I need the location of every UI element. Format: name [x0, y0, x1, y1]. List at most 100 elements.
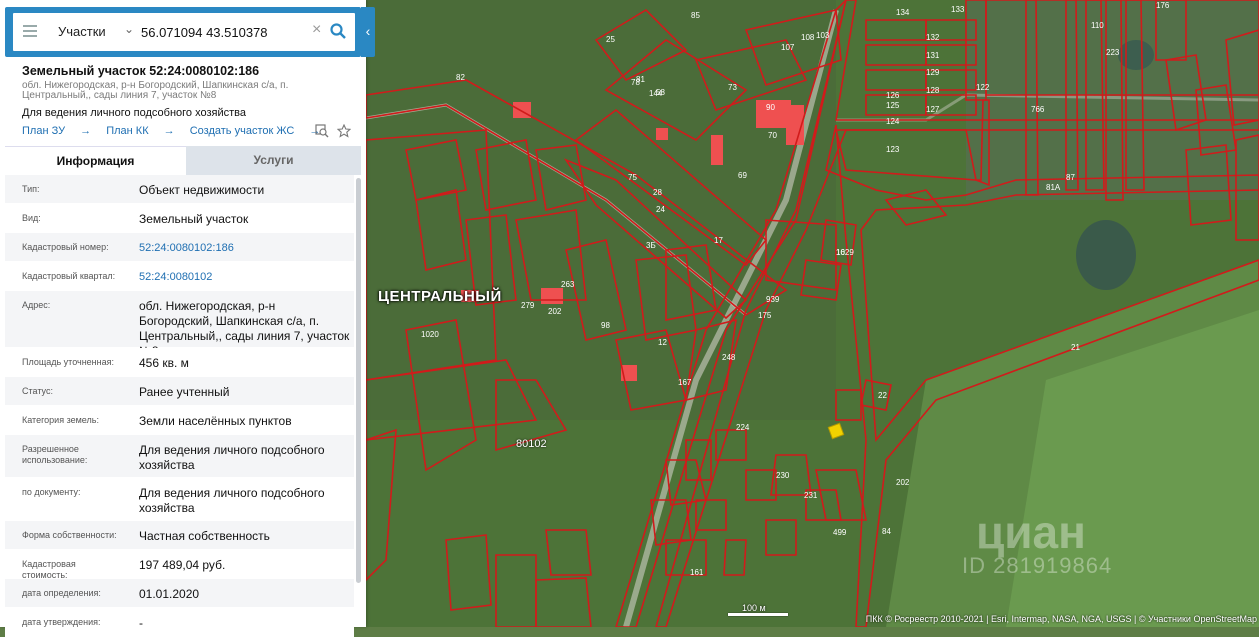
star-icon[interactable] — [337, 124, 351, 138]
parcel-number-label: 167 — [678, 378, 692, 387]
scrollbar[interactable] — [356, 178, 361, 583]
link-plan-zu[interactable]: План ЗУ → — [22, 125, 91, 137]
parcel-number-label: 87 — [1066, 173, 1075, 182]
link-plan-kk[interactable]: План КК → — [106, 125, 174, 137]
parcel-number-label: 82 — [456, 73, 465, 82]
property-value: 01.01.2020 — [139, 587, 200, 601]
map-scale: 100 м — [728, 603, 788, 616]
parcel-number-label: 85 — [691, 11, 700, 20]
parcel-number-label: 98 — [601, 321, 610, 330]
property-label: дата определения: — [22, 588, 101, 598]
property-row: Статус: Ранее учтенный — [5, 377, 354, 406]
layer-select[interactable]: Участки — [58, 24, 106, 39]
property-label: Тип: — [22, 184, 40, 194]
clear-icon[interactable]: × — [312, 21, 321, 39]
link-create-parcel[interactable]: Создать участок ЖС → — [190, 125, 321, 137]
property-value: 197 489,04 руб. — [139, 558, 226, 572]
parcel-number-label: 263 — [561, 280, 575, 289]
tab-services[interactable]: Услуги — [186, 146, 361, 175]
parcel-number-label: 28 — [653, 188, 662, 197]
property-value: - — [139, 616, 143, 630]
parcel-number-label: 144 — [649, 89, 663, 98]
property-label: Форма собственности: — [22, 530, 117, 540]
parcel-number-label: 12 — [658, 338, 667, 347]
town-label: ЦЕНТРАЛЬНЫЙ — [378, 288, 502, 305]
property-link[interactable]: 52:24:0080102:186 — [139, 241, 351, 256]
property-value: Ранее учтенный — [139, 385, 230, 399]
parcel-number-label: 73 — [728, 83, 737, 92]
menu-icon[interactable] — [23, 25, 37, 37]
watermark-id: ID 281919864 — [962, 553, 1113, 578]
search-input[interactable] — [141, 21, 306, 43]
parcel-number-label: 84 — [882, 527, 891, 536]
parcel-number-label: 230 — [776, 471, 790, 480]
parcel-number-label: 131 — [926, 51, 940, 60]
zoom-to-icon[interactable] — [315, 124, 329, 138]
watermark-logo: циан — [976, 506, 1086, 558]
property-value: Для ведения личного подсобного хозяйства — [139, 486, 325, 515]
parcel-number-label: 81А — [1046, 183, 1061, 192]
parcel-number-label: 939 — [766, 295, 780, 304]
map-attribution: ПКК © Росреестр 2010-2021 | Esri, Interm… — [865, 614, 1257, 624]
search-box: Участки ⌄ × — [13, 13, 355, 51]
property-row: Площадь уточненная: 456 кв. м — [5, 348, 354, 377]
parcel-number-label: 127 — [926, 105, 940, 114]
scale-bar — [728, 613, 788, 616]
property-row: дата утверждения: - — [5, 608, 354, 637]
parcel-number-label: 1020 — [421, 330, 439, 339]
parcel-number-label: 103 — [816, 31, 830, 40]
parcel-number-label: 125 — [886, 101, 900, 110]
parcel-number-label: 107 — [781, 43, 795, 52]
property-link[interactable]: 52:24:0080102 — [139, 270, 351, 285]
parcel-number-label: 248 — [722, 353, 736, 362]
parcel-number-label: 22 — [878, 391, 887, 400]
property-label: Разрешенное использование: — [22, 444, 88, 465]
parcel-number-label: 175 — [758, 311, 772, 320]
map-view[interactable]: 85 25 134 133 110 176 78 58 107 108 103 132 131 129 12… — [366, 0, 1259, 627]
search-icon[interactable] — [329, 22, 347, 40]
collapse-panel-button[interactable]: ‹ — [361, 7, 375, 57]
parcel-number-label: 499 — [833, 528, 847, 537]
property-value: Для ведения личного подсобного хозяйства — [139, 443, 325, 472]
parcel-number-label: 21 — [1071, 343, 1080, 352]
property-label: Категория земель: — [22, 415, 99, 425]
scale-label: 100 м — [742, 603, 766, 613]
parcel-number-label: 134 — [896, 8, 910, 17]
property-label: по документу: — [22, 487, 81, 497]
property-label: Адрес: — [22, 300, 51, 310]
tab-info[interactable]: Информация — [5, 146, 186, 176]
parcel-number-label: 108 — [801, 33, 815, 42]
map-canvas[interactable]: 8525134 1331101767858107108 103 13213112912… — [366, 0, 1259, 627]
property-row: Кадастровый номер: 52:24:0080102:186 — [5, 233, 354, 262]
property-row: Кадастровая стоимость: 197 489,04 руб. — [5, 550, 354, 580]
chevron-down-icon[interactable]: ⌄ — [124, 22, 134, 36]
parcel-number-label: 126 — [886, 91, 900, 100]
parcel-number-label: 132 — [926, 33, 940, 42]
cadastral-block-label: 80102 — [516, 438, 547, 450]
parcel-number-label: 25 — [606, 35, 615, 44]
parcel-number-label: 123 — [886, 145, 900, 154]
parcel-number-label: 110 — [1091, 21, 1104, 30]
property-label: Площадь уточненная: — [22, 357, 114, 367]
property-label: Кадастровая стоимость: — [22, 559, 76, 580]
parcel-number-label: 3Б — [646, 241, 656, 250]
parcel-number-label: 202 — [548, 307, 562, 316]
parcel-number-label: 24 — [656, 205, 665, 214]
property-row: по документу: Для ведения личного подсобн… — [5, 478, 354, 521]
parcel-number-label: 75 — [628, 173, 637, 182]
object-address: обл. Нижегородская, р-н Богородский, Шап… — [22, 80, 289, 101]
parcel-number-label: 122 — [976, 83, 990, 92]
property-value: Земельный участок — [139, 212, 249, 226]
property-value: Объект недвижимости — [139, 183, 265, 197]
property-value: Частная собственность — [139, 529, 270, 543]
property-label: Статус: — [22, 386, 53, 396]
parcel-number-label: 17 — [714, 236, 723, 245]
property-label: Вид: — [22, 213, 41, 223]
parcel-number-label: 90 — [766, 103, 775, 112]
property-label: Кадастровый номер: — [22, 242, 109, 252]
property-value: Земли населённых пунктов — [139, 414, 292, 428]
property-row: Вид: Земельный участок — [5, 204, 354, 233]
parcel-number-label: 161 — [690, 568, 704, 577]
property-row: Категория земель: Земли населённых пункто… — [5, 406, 354, 435]
properties-table: Тип: Объект недвижимости Вид: Земельный уча… — [5, 175, 354, 637]
